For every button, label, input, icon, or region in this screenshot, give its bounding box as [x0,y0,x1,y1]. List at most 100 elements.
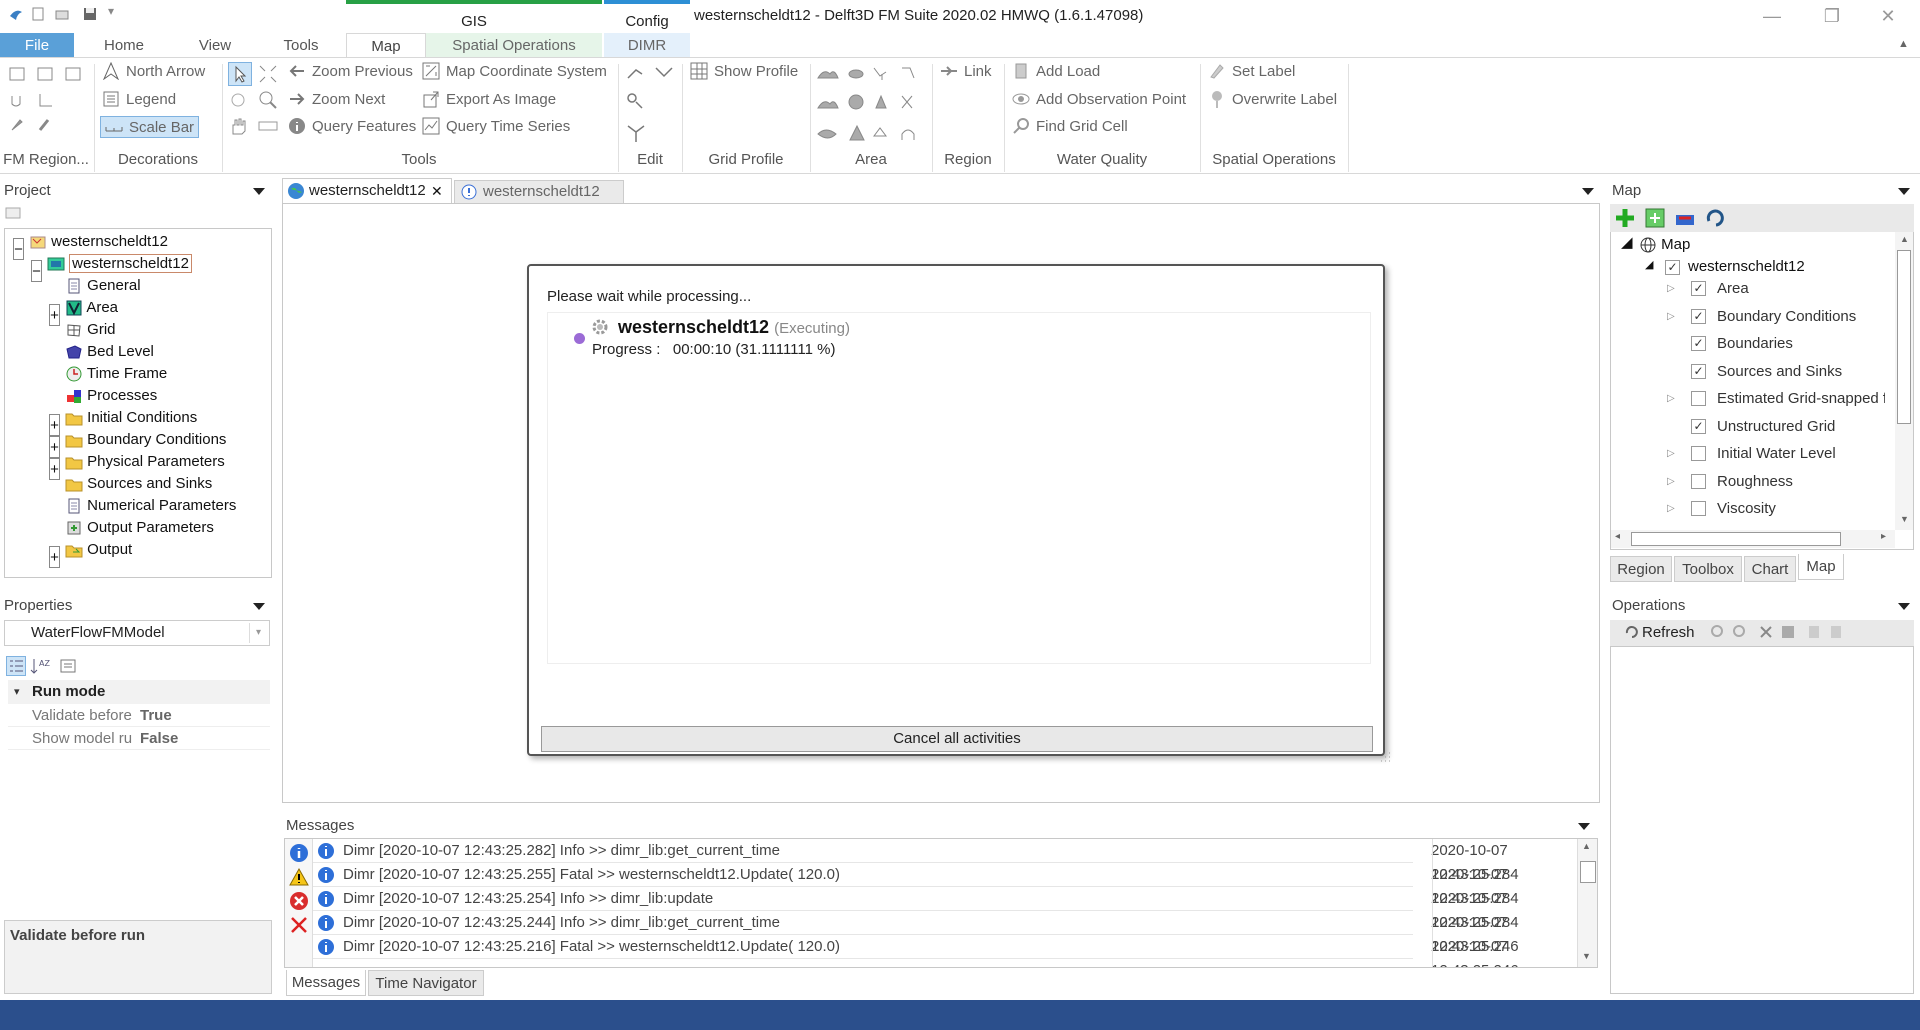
checkbox[interactable] [1691,446,1706,461]
filter-error-icon[interactable] [289,891,309,911]
collapse-icon[interactable]: ◢ [1645,254,1653,276]
add-load-button[interactable]: Add Load [1012,61,1100,83]
tree-item-physical-parameters[interactable]: Physical Parameters [65,451,225,473]
properties-object-select[interactable]: WaterFlowFMModel ▾ [4,620,270,646]
layer-item[interactable]: ▷ Initial Water Level [1611,443,1901,465]
tree-item-sources-and-sinks[interactable]: Sources and Sinks [65,473,212,495]
layer-item[interactable]: ✓ Unstructured Grid [1611,416,1901,438]
query-features-button[interactable]: Query Features [288,116,416,138]
messages-panel-dropdown-icon[interactable] [1578,823,1590,830]
project-panel-dropdown-icon[interactable] [253,188,265,195]
tab-tools[interactable]: Tools [270,33,332,58]
set-label-button[interactable]: Set Label [1208,61,1295,83]
new-icon[interactable] [30,6,46,22]
zoom-to-icon[interactable] [1710,624,1726,640]
tab-chart[interactable]: Chart [1744,556,1796,582]
tree-expand-icon[interactable]: + [49,458,60,480]
layer-item[interactable]: ▷ Viscosity [1611,498,1901,520]
add-layer-icon[interactable] [1614,207,1636,229]
tree-item-general[interactable]: General [65,275,141,297]
properties-panel-dropdown-icon[interactable] [253,603,265,610]
cancel-all-activities-button[interactable]: Cancel all activities [541,726,1373,752]
scroll-right-icon[interactable]: ▸ [1881,531,1886,542]
message-row[interactable]: Dimr [2020-10-07 12:43:25.216] Fatal >> … [313,935,1519,967]
doc-tab-map[interactable]: westernscheldt12 ✕ [282,178,452,203]
expand-icon[interactable]: ▷ [1667,388,1675,410]
export-as-image-button[interactable]: Export As Image [422,89,556,111]
property-value[interactable]: False [140,728,178,750]
north-arrow-button[interactable]: North Arrow [102,61,205,83]
scroll-left-icon[interactable]: ◂ [1615,531,1620,542]
collapse-icon[interactable]: ◢ [1621,232,1633,254]
pan-select-icon[interactable] [228,90,248,110]
model-node[interactable]: westernscheldt12 [47,253,192,275]
checkbox[interactable]: ✓ [1691,336,1706,351]
tree-collapse-icon[interactable]: − [13,238,24,260]
tree-item-output[interactable]: Output [65,539,132,561]
show-profile-button[interactable]: Show Profile [690,61,798,83]
tab-file[interactable]: File [0,33,74,58]
measure-icon[interactable] [258,118,278,134]
expand-icon[interactable]: ▷ [1667,278,1675,300]
tab-toolbox[interactable]: Toolbox [1674,556,1742,582]
message-row[interactable]: Dimr [2020-10-07 12:43:25.282] Info >> d… [313,839,1519,883]
scroll-down-icon[interactable]: ▼ [1900,514,1909,524]
query-time-series-button[interactable]: Query Time Series [422,116,570,138]
link-button[interactable]: Link [940,61,992,83]
tree-item-bed-level[interactable]: Bed Level [65,341,154,363]
open-icon[interactable] [54,6,70,22]
categorized-view-icon[interactable] [6,656,26,676]
tab-view[interactable]: View [184,33,246,58]
checkbox[interactable]: ✓ [1691,418,1706,434]
message-row[interactable]: Dimr [2020-10-07 12:43:25.244] Info >> d… [313,911,1519,955]
refresh-layers-icon[interactable] [1704,207,1726,229]
tree-item-numerical-parameters[interactable]: Numerical Parameters [65,495,236,517]
expand-icon[interactable]: ▷ [1667,498,1675,520]
select-tool-button[interactable] [228,62,252,86]
remove-layer-icon[interactable] [1674,207,1696,229]
checkbox[interactable] [1691,501,1706,516]
message-row[interactable]: Dimr [2020-10-07 12:43:25.255] Fatal >> … [313,863,1519,907]
find-grid-cell-button[interactable]: Find Grid Cell [1012,116,1128,138]
tree-item-time-frame[interactable]: Time Frame [65,363,167,385]
checkbox[interactable]: ✓ [1691,281,1706,296]
ribbon-collapse-icon[interactable]: ▲ [1898,38,1909,50]
tree-expand-icon[interactable]: + [49,546,60,568]
property-row[interactable]: Show model ru False [8,728,270,750]
property-pages-icon[interactable] [58,656,78,676]
checkbox[interactable]: ✓ [1691,363,1706,379]
minimize-button[interactable]: — [1752,4,1792,28]
sort-alphabetical-icon[interactable]: AZ [30,656,50,676]
layer-tree-hscrollbar[interactable]: ◂ ▸ [1611,530,1895,548]
tree-item-processes[interactable]: Processes [65,385,157,407]
layer-item[interactable]: ▷ Estimated Grid-snapped fe [1611,388,1901,410]
tree-item-area[interactable]: Area [65,297,118,319]
scroll-thumb[interactable] [1580,861,1596,883]
maximize-button[interactable]: ❐ [1812,4,1852,28]
project-toolbar-icon[interactable] [4,206,24,222]
expand-icon[interactable]: ▷ [1667,306,1675,328]
tab-dimr[interactable]: DIMR [604,33,690,58]
map-root[interactable]: Map [1639,234,1690,256]
tab-map-panel[interactable]: Map [1798,554,1844,580]
messages-scrollbar[interactable]: ▲ ▼ [1577,839,1597,967]
tree-item-initial-conditions[interactable]: Initial Conditions [65,407,197,429]
layer-tree-scrollbar[interactable]: ▲ ▼ [1895,232,1913,530]
layer-item[interactable]: ▷ ✓ Boundary Conditions [1611,306,1901,328]
chevron-down-icon[interactable]: ▾ [249,623,267,643]
disable-icon[interactable] [1780,624,1796,640]
zoom-previous-button[interactable]: Zoom Previous [288,61,413,83]
layer-item[interactable]: ▷ Roughness [1611,471,1901,493]
save-icon[interactable] [82,6,98,22]
doc-tabs-dropdown-icon[interactable] [1582,188,1594,195]
zoom-extent-icon[interactable] [258,64,278,84]
tree-expand-icon[interactable]: + [49,436,60,458]
clear-messages-icon[interactable] [289,915,309,935]
checkbox[interactable]: ✓ [1665,259,1680,275]
layer-item[interactable]: ✓ Sources and Sinks [1611,361,1901,383]
zoom-out-icon[interactable] [1732,624,1748,640]
scale-bar-button[interactable]: Scale Bar [100,116,200,138]
scroll-up-icon[interactable]: ▲ [1582,841,1591,851]
layer-item[interactable]: ▷ ✓ Area [1611,278,1901,300]
scroll-thumb[interactable] [1631,532,1841,546]
